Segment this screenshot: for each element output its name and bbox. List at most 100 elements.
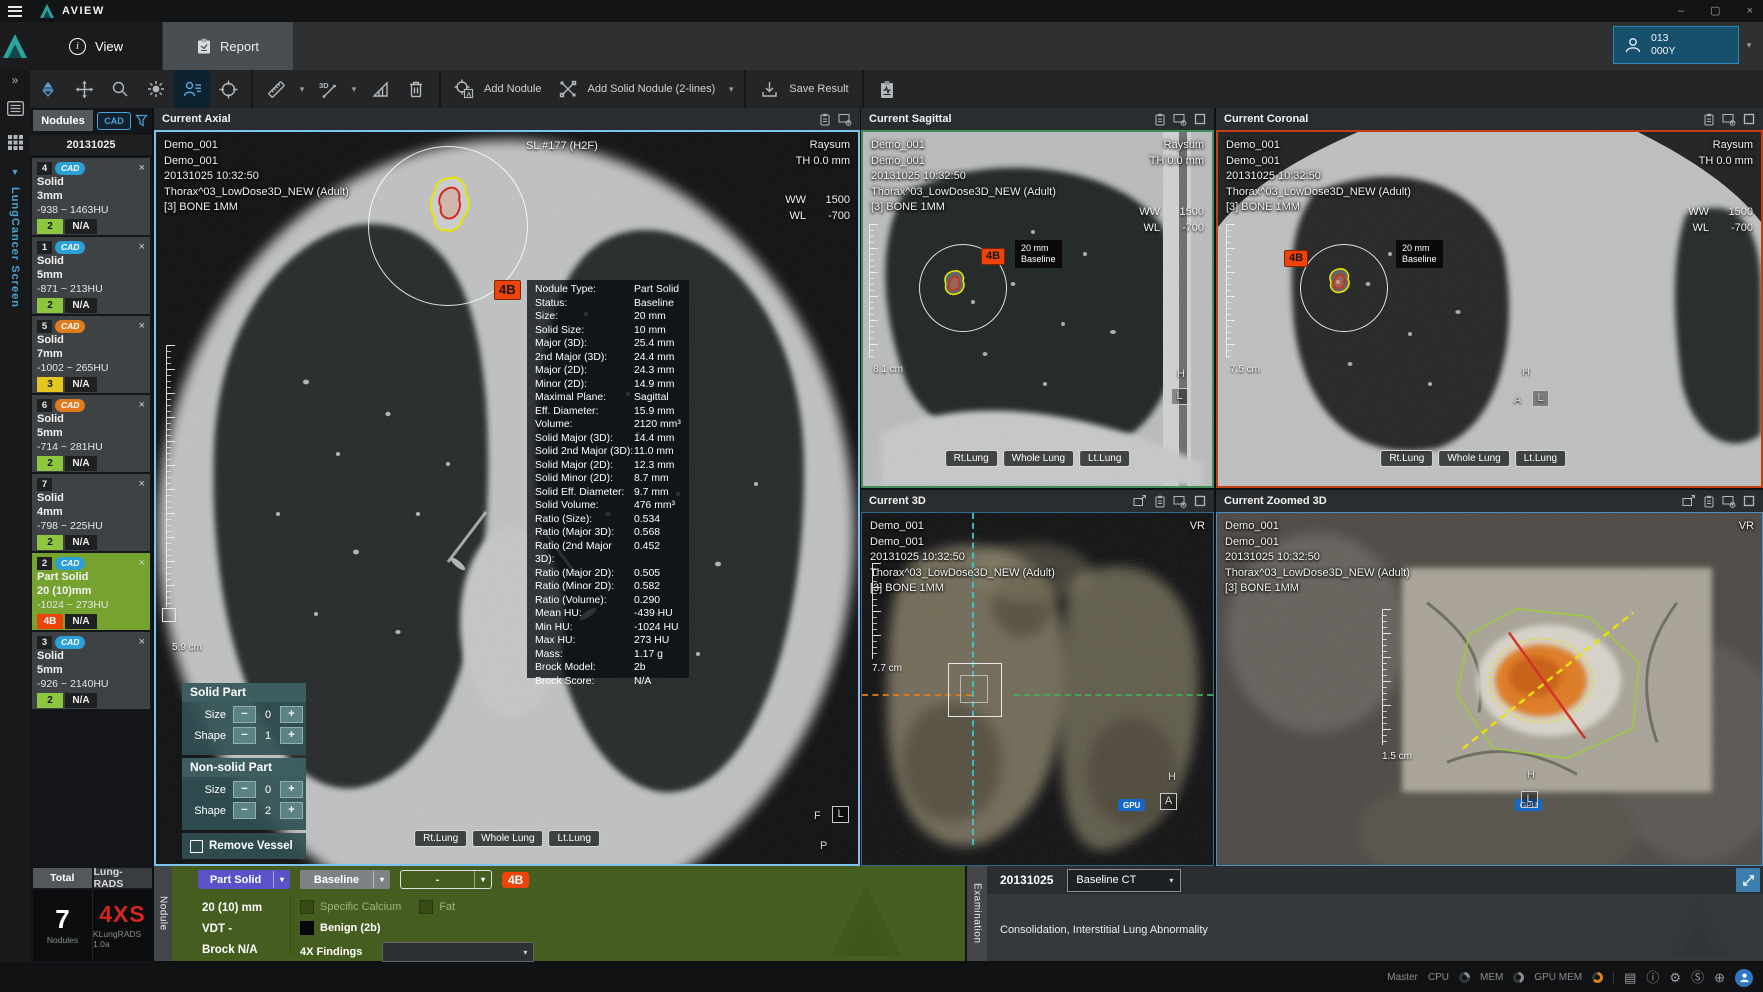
nodule-card[interactable]: 4 CAD × Solid 3mm -938 ~ 1463HU 2 N/A	[32, 158, 150, 235]
layout-grid-icon[interactable]	[8, 135, 23, 155]
viewport-settings-icon[interactable]	[1722, 113, 1736, 126]
copy-icon[interactable]	[1154, 495, 1166, 508]
ruler-measure-button[interactable]	[258, 70, 294, 108]
patient-badge-chevron-icon[interactable]: ▾	[1741, 26, 1757, 64]
lt-lung-button[interactable]: Lt.Lung	[1079, 450, 1130, 467]
findings-dropdown[interactable]: ▾	[382, 942, 534, 962]
pan-button[interactable]	[66, 70, 102, 108]
add-solid-nodule-label[interactable]: Add Solid Nodule (2-lines)	[588, 83, 716, 95]
export-view-icon[interactable]	[1682, 495, 1696, 507]
solid-shape-minus-button[interactable]: −	[233, 727, 256, 744]
tab-report[interactable]: Report	[163, 22, 293, 70]
whole-lung-button[interactable]: Whole Lung	[472, 830, 543, 847]
nonsolid-size-plus-button[interactable]: +	[280, 781, 303, 798]
maximize-viewport-icon[interactable]	[1194, 113, 1206, 125]
user-avatar[interactable]	[1735, 969, 1753, 987]
ruler-chevron-icon[interactable]: ▾	[294, 84, 310, 95]
nodule-card[interactable]: 1 CAD × Solid 5mm -871 ~ 213HU 2 N/A	[32, 237, 150, 314]
maximize-viewport-icon[interactable]	[1743, 113, 1755, 125]
maximize-icon[interactable]: ▢	[1710, 0, 1720, 22]
panel-list-icon[interactable]	[7, 101, 24, 121]
tab-total[interactable]: Total	[33, 868, 92, 888]
nodule-card[interactable]: 7 × Solid 4mm -798 ~ 225HU 2 N/A	[32, 474, 150, 551]
close-icon[interactable]: ×	[139, 162, 145, 174]
lt-lung-button[interactable]: Lt.Lung	[1515, 450, 1566, 467]
add-solid-nodule-chevron-icon[interactable]: ▾	[723, 84, 739, 95]
examination-tab[interactable]: Examination	[967, 866, 987, 961]
add-nodule-button[interactable]: A	[446, 70, 482, 108]
close-icon[interactable]: ×	[139, 320, 145, 332]
cad-findings-button[interactable]	[174, 70, 210, 108]
network-globe-icon[interactable]: ⊕	[1714, 971, 1725, 985]
expand-panel-button[interactable]	[1736, 868, 1760, 892]
report-summary-button[interactable]	[869, 70, 905, 108]
patient-badge[interactable]: 013 000Y	[1613, 26, 1739, 64]
nodule-marker-4b[interactable]: 4B	[981, 248, 1005, 265]
copy-icon[interactable]	[1703, 113, 1715, 126]
nonsolid-size-minus-button[interactable]: −	[233, 781, 256, 798]
tab-lung-rads[interactable]: Lung-RADS	[94, 868, 153, 888]
slope-tool-button[interactable]	[362, 70, 398, 108]
settings-gear-icon[interactable]: ⚙	[1669, 971, 1681, 985]
hamburger-menu-icon[interactable]	[0, 0, 30, 22]
maximize-viewport-icon[interactable]	[1743, 495, 1755, 507]
zoom-button[interactable]	[102, 70, 138, 108]
zoomed-render-image[interactable]: Demo_001Demo_00120131025 10:32:50Thorax^…	[1216, 512, 1763, 866]
tab-view[interactable]: i View	[30, 22, 162, 70]
viewport-settings-icon[interactable]	[1173, 495, 1187, 508]
lt-lung-button[interactable]: Lt.Lung	[549, 830, 600, 847]
nodule-card[interactable]: 6 CAD × Solid 5mm -714 ~ 281HU 2 N/A	[32, 395, 150, 472]
solid-size-plus-button[interactable]: +	[280, 706, 303, 723]
minimize-icon[interactable]: –	[1678, 0, 1684, 22]
close-icon[interactable]: ×	[139, 636, 145, 648]
nodule-extra-dropdown[interactable]: -▾	[400, 870, 492, 889]
close-icon[interactable]: ×	[139, 478, 145, 490]
copy-icon[interactable]	[1703, 495, 1715, 508]
rt-lung-button[interactable]: Rt.Lung	[414, 830, 467, 847]
close-icon[interactable]: ×	[139, 399, 145, 411]
save-result-label[interactable]: Save Result	[789, 83, 848, 95]
nonsolid-shape-minus-button[interactable]: −	[233, 802, 256, 819]
threed-render-image[interactable]: Demo_001Demo_00120131025 10:32:50Thorax^…	[861, 512, 1214, 866]
whole-lung-button[interactable]: Whole Lung	[1438, 450, 1509, 467]
axial-ct-image[interactable]: Demo_001Demo_00120131025 10:32:50Thorax^…	[154, 130, 860, 866]
measure-3d-chevron-icon[interactable]: ▾	[346, 84, 362, 95]
close-icon[interactable]: ×	[139, 241, 145, 253]
sync-icon[interactable]: Ⓢ	[1691, 971, 1704, 985]
window-level-button[interactable]	[138, 70, 174, 108]
nodule-card[interactable]: 2 CAD × Part Solid 20 (10)mm -1024 ~ 273…	[32, 553, 150, 630]
close-icon[interactable]: ×	[139, 557, 145, 569]
remove-vessel-checkbox[interactable]	[190, 840, 203, 853]
viewport-settings-icon[interactable]	[1173, 113, 1187, 126]
solid-shape-plus-button[interactable]: +	[280, 727, 303, 744]
add-solid-nodule-button[interactable]	[550, 70, 586, 108]
close-icon[interactable]: ×	[1747, 0, 1753, 22]
save-result-button[interactable]	[751, 70, 787, 108]
nodule-status-dropdown[interactable]: Baseline▾	[300, 870, 390, 889]
screen-selector-triangle-icon[interactable]: ▼	[11, 167, 20, 177]
benign-checkbox[interactable]	[300, 921, 314, 935]
nodule-marker-4b[interactable]: 4B	[494, 280, 521, 300]
baseline-ct-dropdown[interactable]: Baseline CT▾	[1067, 869, 1181, 892]
add-nodule-label[interactable]: Add Nodule	[484, 83, 542, 95]
sagittal-ct-image[interactable]: Demo_001Demo_00120131025 10:32:50Thorax^…	[861, 130, 1214, 488]
copy-icon[interactable]	[819, 113, 831, 126]
nodule-type-dropdown[interactable]: Part Solid▾	[198, 870, 290, 889]
fat-checkbox[interactable]	[419, 900, 433, 914]
specific-calcium-checkbox[interactable]	[300, 900, 314, 914]
copy-icon[interactable]	[1154, 113, 1166, 126]
delete-button[interactable]	[398, 70, 434, 108]
nodule-marker-4b[interactable]: 4B	[1284, 250, 1308, 267]
localizer-button[interactable]	[210, 70, 246, 108]
nonsolid-shape-plus-button[interactable]: +	[280, 802, 303, 819]
nodule-bar-tab[interactable]: Nodule	[154, 866, 172, 961]
info-icon[interactable]: ⓘ	[1646, 971, 1659, 985]
nodule-card[interactable]: 5 CAD × Solid 7mm -1002 ~ 265HU 3 N/A	[32, 316, 150, 393]
collapse-rail-icon[interactable]: »	[12, 73, 19, 87]
measure-3d-button[interactable]: 3D	[310, 70, 346, 108]
compare-layout-button[interactable]	[30, 70, 66, 108]
export-view-icon[interactable]	[1133, 495, 1147, 507]
rt-lung-button[interactable]: Rt.Lung	[945, 450, 998, 467]
whole-lung-button[interactable]: Whole Lung	[1003, 450, 1074, 467]
solid-size-minus-button[interactable]: −	[233, 706, 256, 723]
